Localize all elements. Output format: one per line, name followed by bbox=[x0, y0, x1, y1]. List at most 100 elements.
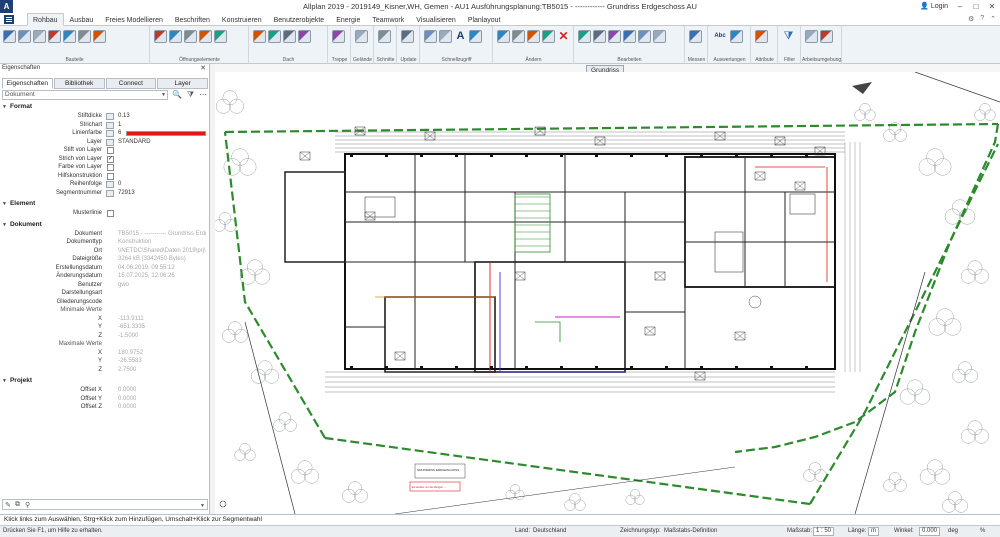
ribbon-tool-icon[interactable] bbox=[578, 30, 591, 43]
palette-tab-bibliothek[interactable]: Bibliothek bbox=[53, 78, 105, 89]
property-row[interactable]: Z -1.5000 bbox=[0, 332, 208, 341]
ribbon-tool-icon[interactable] bbox=[63, 30, 76, 43]
search-icon[interactable]: 🔍 bbox=[172, 90, 182, 100]
property-value[interactable]: TB5015 - ----------- Grundriss Erdgesc bbox=[118, 230, 206, 239]
property-value[interactable]: 3264 kB (3342450 Bytes) bbox=[118, 255, 206, 264]
property-row[interactable]: Offset Y 0.0000 bbox=[0, 395, 208, 404]
property-row[interactable]: Linienfarbe 6 bbox=[0, 129, 208, 138]
ribbon-tool-icon[interactable] bbox=[268, 30, 281, 43]
section-dokument[interactable]: ▼ Dokument bbox=[2, 221, 42, 228]
ribbon-tool-icon[interactable] bbox=[33, 30, 46, 43]
ribbon-tool-icon[interactable] bbox=[512, 30, 525, 43]
ribbon-tool-icon[interactable] bbox=[169, 30, 182, 43]
massstab-value[interactable]: 1 : 50 bbox=[813, 527, 835, 536]
pipette-icon[interactable]: ✎ bbox=[5, 501, 11, 509]
property-row[interactable]: Gliederungscode bbox=[0, 298, 208, 307]
property-row[interactable]: Offset Z 0.0000 bbox=[0, 403, 208, 412]
abc-label-icon[interactable]: Abc bbox=[712, 30, 728, 43]
ribbon-tool-icon[interactable] bbox=[805, 30, 818, 43]
ribbon-tool-icon[interactable] bbox=[78, 30, 91, 43]
property-checkbox[interactable] bbox=[107, 147, 114, 154]
ribbon-tool-icon[interactable] bbox=[527, 30, 540, 43]
property-value[interactable]: Konstruktion bbox=[118, 238, 206, 247]
ribbon-tool-icon[interactable] bbox=[332, 30, 345, 43]
section-format[interactable]: ▼ Format bbox=[2, 103, 32, 110]
element-type-select[interactable]: Dokument ▼ bbox=[2, 90, 168, 100]
ribbon-tool-icon[interactable] bbox=[214, 30, 227, 43]
property-value[interactable]: 15.07.2025, 12:06:26 bbox=[118, 272, 206, 281]
winkel-unit[interactable]: deg bbox=[948, 528, 958, 534]
tab-freies-modellieren[interactable]: Freies Modellieren bbox=[99, 13, 169, 26]
property-value[interactable]: 0 bbox=[118, 180, 206, 189]
property-row[interactable]: Musterlinie bbox=[0, 209, 208, 218]
palette-tab-layer[interactable]: Layer bbox=[157, 78, 208, 89]
property-row[interactable]: Dokumenttyp Konstruktion bbox=[0, 238, 208, 247]
ribbon-tool-icon[interactable] bbox=[623, 30, 636, 43]
subgroup-header[interactable]: Maximale Werte bbox=[0, 340, 208, 349]
tab-beschriften[interactable]: Beschriften bbox=[169, 13, 216, 26]
winkel-value[interactable]: 0.000 bbox=[919, 527, 941, 536]
property-value[interactable]: 0.13 bbox=[118, 112, 206, 121]
property-row[interactable]: Benutzer gwo bbox=[0, 281, 208, 290]
line-color-swatch[interactable] bbox=[126, 130, 206, 136]
options-icon[interactable]: ⋯ bbox=[199, 90, 207, 100]
property-value[interactable]: STANDARD bbox=[118, 138, 206, 147]
property-row[interactable]: Segmentnummer 72913 bbox=[0, 189, 208, 198]
property-checkbox[interactable] bbox=[107, 164, 114, 171]
property-row[interactable]: Erstellungsdatum 04.06.2019, 09:55:12 bbox=[0, 264, 208, 273]
ribbon-tool-icon[interactable] bbox=[401, 30, 414, 43]
ribbon-tool-icon[interactable] bbox=[184, 30, 197, 43]
ribbon-tool-icon[interactable] bbox=[3, 30, 16, 43]
ribbon-tool-icon[interactable] bbox=[638, 30, 651, 43]
tab-konstruieren[interactable]: Konstruieren bbox=[216, 13, 268, 26]
property-value[interactable]: -26.5583 bbox=[118, 357, 206, 366]
property-value[interactable]: -651.3335 bbox=[118, 323, 206, 332]
property-checkbox[interactable] bbox=[107, 172, 114, 180]
property-value[interactable]: 0.0000 bbox=[118, 403, 206, 412]
ribbon-tool-icon[interactable] bbox=[497, 30, 510, 43]
property-row[interactable]: Dateigröße 3264 kB (3342450 Bytes) bbox=[0, 255, 208, 264]
ribbon-tool-icon[interactable] bbox=[755, 30, 768, 43]
drawing-canvas[interactable]: GRUNDRISS ERDGESCHOSS Es werden nur die … bbox=[215, 72, 1000, 514]
property-row[interactable]: Stiftdicke 0.13 bbox=[0, 112, 208, 121]
land-value[interactable]: Deutschland bbox=[533, 528, 566, 534]
ribbon-tool-icon[interactable] bbox=[542, 30, 555, 43]
ribbon-tool-icon[interactable] bbox=[283, 30, 296, 43]
pin-icon[interactable]: ⚲ bbox=[25, 501, 30, 509]
ribbon-tool-icon[interactable] bbox=[93, 30, 106, 43]
property-value[interactable]: 1 bbox=[118, 121, 206, 130]
palette-tab-connect[interactable]: Connect bbox=[105, 78, 157, 89]
property-row[interactable]: Strichart 1 bbox=[0, 121, 208, 130]
tab-benutzerobjekte[interactable]: Benutzerobjekte bbox=[268, 13, 331, 26]
property-value[interactable]: \\NETDC\Shared\Daten 2019\prj\2019 bbox=[118, 247, 206, 256]
chevron-down-icon[interactable]: ▼ bbox=[200, 503, 205, 509]
property-row[interactable]: Z 2.7500 bbox=[0, 366, 208, 375]
property-checkbox[interactable] bbox=[107, 210, 114, 217]
close-button[interactable]: ✕ bbox=[984, 2, 1000, 11]
subgroup-header[interactable]: Minimale Werte bbox=[0, 306, 208, 315]
ribbon-tool-icon[interactable] bbox=[653, 30, 666, 43]
laenge-value[interactable]: m bbox=[868, 527, 879, 536]
property-row[interactable]: Layer STANDARD bbox=[0, 138, 208, 147]
match-properties-icon[interactable]: ⧉ bbox=[15, 501, 20, 509]
ribbon-tool-icon[interactable] bbox=[18, 30, 31, 43]
property-value[interactable]: 0.0000 bbox=[118, 386, 206, 395]
property-value[interactable]: 180.9752 bbox=[118, 349, 206, 358]
property-value[interactable]: -113.9111 bbox=[118, 315, 206, 324]
maximize-button[interactable]: □ bbox=[968, 2, 984, 11]
ribbon-tool-icon[interactable] bbox=[820, 30, 833, 43]
property-row[interactable]: Y -651.3335 bbox=[0, 323, 208, 332]
tab-visualisieren[interactable]: Visualisieren bbox=[410, 13, 462, 26]
tab-ausbau[interactable]: Ausbau bbox=[64, 13, 100, 26]
property-row[interactable]: Y -26.5583 bbox=[0, 357, 208, 366]
ribbon-tool-icon[interactable] bbox=[608, 30, 621, 43]
ribbon-tool-icon[interactable] bbox=[355, 30, 368, 43]
minimize-button[interactable]: – bbox=[952, 2, 968, 11]
section-projekt[interactable]: ▼ Projekt bbox=[2, 377, 32, 384]
section-element[interactable]: ▼ Element bbox=[2, 200, 35, 207]
property-row[interactable]: Reihenfolge 0 bbox=[0, 180, 208, 189]
property-row[interactable]: Stift von Layer bbox=[0, 146, 208, 155]
property-row[interactable]: Ort \\NETDC\Shared\Daten 2019\prj\2019 bbox=[0, 247, 208, 256]
zeichnungstyp-value[interactable]: Maßstabs-Definition bbox=[664, 528, 717, 534]
filter-icon[interactable]: ⧩ bbox=[187, 90, 194, 100]
